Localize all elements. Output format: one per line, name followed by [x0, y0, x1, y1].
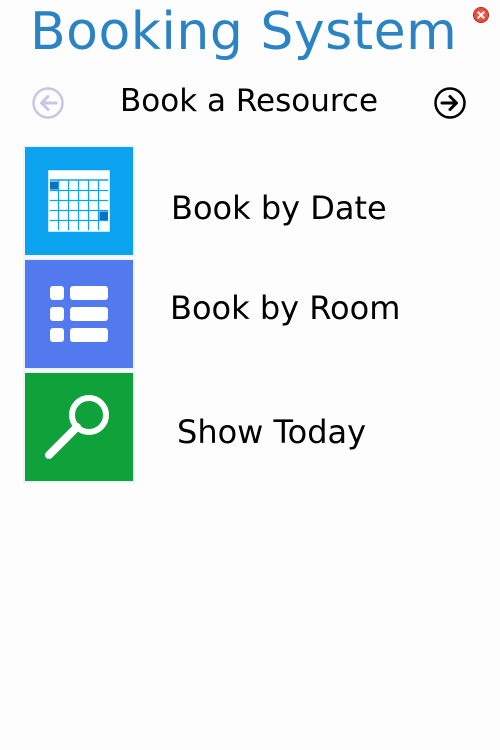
- page-title: Book a Resource: [120, 83, 379, 119]
- menu-label-show-today: Show Today: [177, 413, 367, 451]
- menu-item-book-by-date[interactable]: Book by Date: [23, 145, 463, 257]
- arrow-left-icon: [32, 87, 64, 119]
- list-icon: [50, 286, 108, 342]
- booking-app-window: Booking System Book a Resource Book by D…: [0, 0, 500, 750]
- arrow-right-icon: [434, 87, 466, 119]
- menu-item-book-by-room[interactable]: Book by Room: [23, 258, 463, 370]
- menu-label-book-by-room: Book by Room: [170, 289, 401, 327]
- menu-tile-book-by-room: [23, 258, 135, 370]
- app-title: Booking System: [30, 2, 458, 62]
- search-icon: [45, 395, 109, 459]
- nav-bar: Book a Resource: [0, 78, 500, 126]
- menu-label-book-by-date: Book by Date: [171, 189, 387, 227]
- back-button[interactable]: [31, 86, 65, 120]
- forward-button[interactable]: [433, 86, 467, 120]
- close-icon[interactable]: [473, 7, 489, 23]
- menu-tile-book-by-date: [23, 145, 135, 257]
- calendar-icon: [48, 170, 110, 232]
- menu-tile-show-today: [23, 371, 135, 483]
- menu-item-show-today[interactable]: Show Today: [23, 371, 463, 483]
